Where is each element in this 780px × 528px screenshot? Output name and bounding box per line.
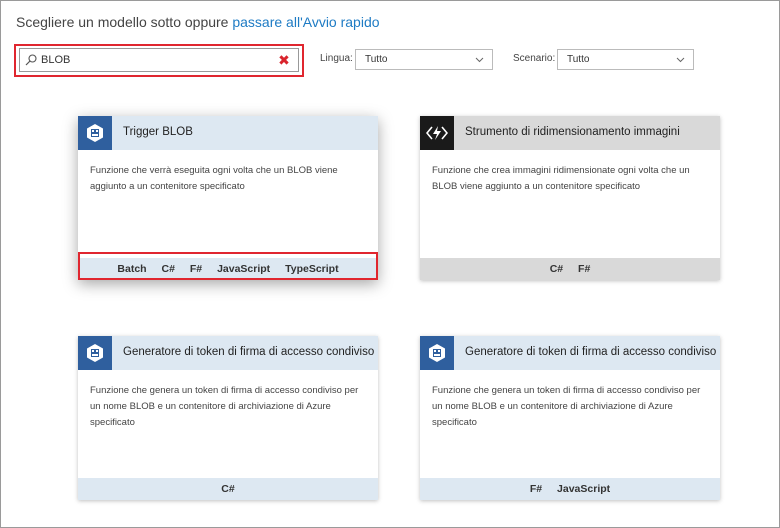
search-input[interactable] <box>41 52 271 68</box>
card-languages: C# F# <box>420 258 720 280</box>
storage-blob-icon <box>87 344 103 362</box>
card-description: Funzione che genera un token di firma di… <box>90 385 359 428</box>
search-box[interactable]: ✖ <box>19 48 299 72</box>
card-header: Generatore di token di firma di accesso … <box>420 336 720 370</box>
card-description: Funzione che verrà eseguita ogni volta c… <box>90 165 338 192</box>
card-icon-tile <box>78 116 112 150</box>
card-title: Trigger BLOB <box>123 126 193 138</box>
card-description: Funzione che crea immagini ridimensionat… <box>432 165 690 192</box>
card-header: Trigger BLOB <box>78 116 378 150</box>
language-select-value: Tutto <box>365 54 388 65</box>
card-languages: F# JavaScript <box>420 478 720 500</box>
card-description: Funzione che genera un token di firma di… <box>432 385 701 428</box>
heading-text: Scegliere un modello sotto oppure <box>16 14 233 30</box>
page-heading: Scegliere un modello sotto oppure passar… <box>16 14 380 30</box>
language-tag[interactable]: C# <box>221 483 234 495</box>
storage-blob-icon <box>429 344 445 362</box>
card-header: Generatore di token di firma di accesso … <box>78 336 378 370</box>
card-icon-tile <box>420 116 454 150</box>
template-card-sas-token[interactable]: Generatore di token di firma di accesso … <box>78 336 378 500</box>
card-icon-tile <box>420 336 454 370</box>
card-title: Generatore di token di firma di accesso … <box>465 346 717 358</box>
language-tag[interactable]: F# <box>578 263 590 275</box>
search-icon <box>25 54 37 66</box>
storage-blob-icon <box>87 124 103 142</box>
card-header: Strumento di ridimensionamento immagini <box>420 116 720 150</box>
languages-highlight-box <box>78 252 378 280</box>
language-tag[interactable]: JavaScript <box>557 483 610 495</box>
chevron-down-icon <box>475 57 484 63</box>
card-title: Strumento di ridimensionamento immagini <box>465 126 680 138</box>
function-bolt-icon <box>426 126 448 140</box>
template-card-sas-token[interactable]: Generatore di token di firma di accesso … <box>420 336 720 500</box>
language-select[interactable]: Tutto <box>355 49 493 70</box>
chevron-down-icon <box>676 57 685 63</box>
language-tag[interactable]: C# <box>550 263 563 275</box>
template-card-image-resizer[interactable]: Strumento di ridimensionamento immagini … <box>420 116 720 280</box>
scenario-select[interactable]: Tutto <box>557 49 694 70</box>
card-languages: C# <box>78 478 378 500</box>
scenario-select-value: Tutto <box>567 54 590 65</box>
card-icon-tile <box>78 336 112 370</box>
card-title: Generatore di token di firma di accesso … <box>123 346 375 358</box>
language-label: Lingua: <box>320 53 353 64</box>
clear-search-icon[interactable]: ✖ <box>277 53 291 67</box>
scenario-label: Scenario: <box>513 53 556 64</box>
language-tag[interactable]: F# <box>530 483 542 495</box>
quickstart-link[interactable]: passare all'Avvio rapido <box>232 14 379 30</box>
